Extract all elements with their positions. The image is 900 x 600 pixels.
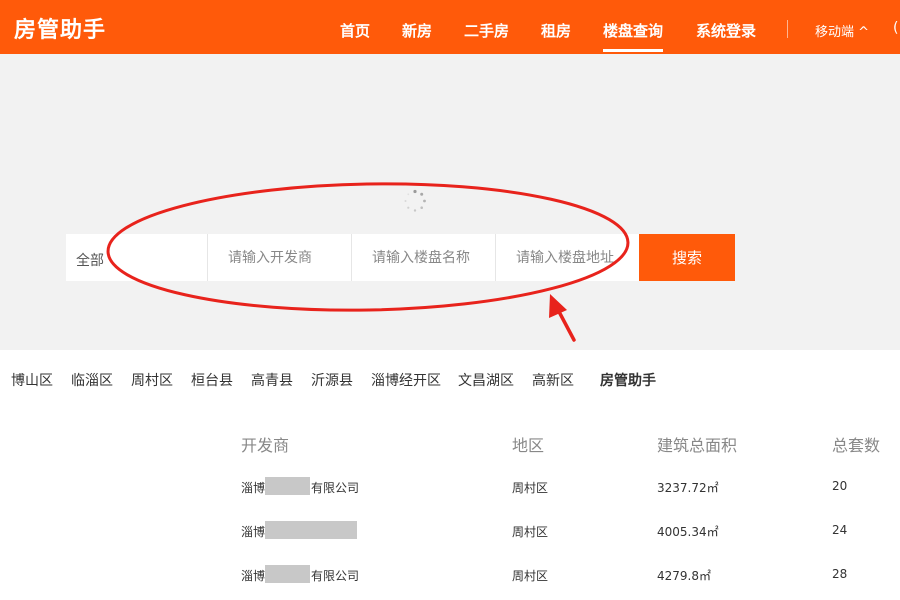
nav-edge-fragment: ( bbox=[893, 20, 899, 36]
district-linzi[interactable]: 临淄区 bbox=[71, 370, 113, 390]
nav-divider bbox=[787, 20, 788, 38]
district-brand-label[interactable]: 房管助手 bbox=[600, 370, 656, 390]
search-banner bbox=[0, 54, 900, 350]
nav-item-login[interactable]: 系统登录 bbox=[696, 20, 756, 41]
row-region: 周村区 bbox=[512, 481, 549, 495]
nav-item-rent[interactable]: 租房 bbox=[541, 20, 571, 41]
row-developer-prefix: 淄博 bbox=[241, 525, 266, 539]
nav-item-property-search[interactable]: 楼盘查询 bbox=[603, 20, 664, 52]
row-region: 周村区 bbox=[512, 569, 549, 583]
district-gaoqing[interactable]: 高青县 bbox=[251, 370, 293, 390]
row-developer-suffix: 有限公司 bbox=[311, 481, 360, 495]
top-header: 房管助手 首页 新房 二手房 租房 楼盘查询 系统登录 移动端 ^ ( bbox=[0, 0, 900, 54]
district-zhoucun[interactable]: 周村区 bbox=[131, 370, 173, 390]
district-zibo-econ-zone[interactable]: 淄博经开区 bbox=[371, 370, 441, 390]
region-select-value: 全部 bbox=[76, 253, 104, 269]
property-name-input[interactable] bbox=[351, 234, 495, 281]
district-wenchanghu[interactable]: 文昌湖区 bbox=[458, 370, 514, 390]
table-header-developer: 开发商 bbox=[241, 436, 290, 455]
row-developer-prefix: 淄博 bbox=[241, 569, 266, 583]
district-yiyuan[interactable]: 沂源县 bbox=[311, 370, 353, 390]
region-select[interactable]: 全部 bbox=[66, 234, 264, 281]
table-header-area: 建筑总面积 bbox=[657, 436, 738, 455]
redacted-block bbox=[265, 521, 357, 539]
loading-spinner-icon bbox=[404, 189, 426, 212]
nav-item-home[interactable]: 首页 bbox=[340, 20, 370, 41]
row-area: 3237.72㎡ bbox=[657, 481, 719, 495]
developer-input[interactable] bbox=[207, 234, 351, 281]
nav-item-second-hand[interactable]: 二手房 bbox=[464, 20, 509, 41]
row-developer-suffix: 有限公司 bbox=[311, 569, 360, 583]
table-header-units: 总套数 bbox=[832, 436, 881, 455]
row-region: 周村区 bbox=[512, 525, 549, 539]
redacted-block bbox=[265, 477, 310, 495]
nav-item-new-house[interactable]: 新房 bbox=[402, 20, 432, 41]
row-area: 4279.8㎡ bbox=[657, 569, 711, 583]
redacted-block bbox=[265, 565, 310, 583]
row-units: 28 bbox=[832, 567, 848, 581]
row-area: 4005.34㎡ bbox=[657, 525, 719, 539]
district-huantai[interactable]: 桓台县 bbox=[191, 370, 233, 390]
row-units: 24 bbox=[832, 523, 848, 537]
nav-mobile-dropdown[interactable]: 移动端 ^ bbox=[815, 21, 869, 40]
district-high-tech[interactable]: 高新区 bbox=[532, 370, 574, 390]
district-boshan[interactable]: 博山区 bbox=[11, 370, 53, 390]
row-units: 20 bbox=[832, 479, 848, 493]
table-header-region: 地区 bbox=[512, 436, 545, 455]
row-developer-prefix: 淄博 bbox=[241, 481, 266, 495]
search-button[interactable]: 搜索 bbox=[639, 234, 735, 281]
site-logo[interactable]: 房管助手 bbox=[14, 12, 106, 44]
property-address-input[interactable] bbox=[495, 234, 639, 281]
